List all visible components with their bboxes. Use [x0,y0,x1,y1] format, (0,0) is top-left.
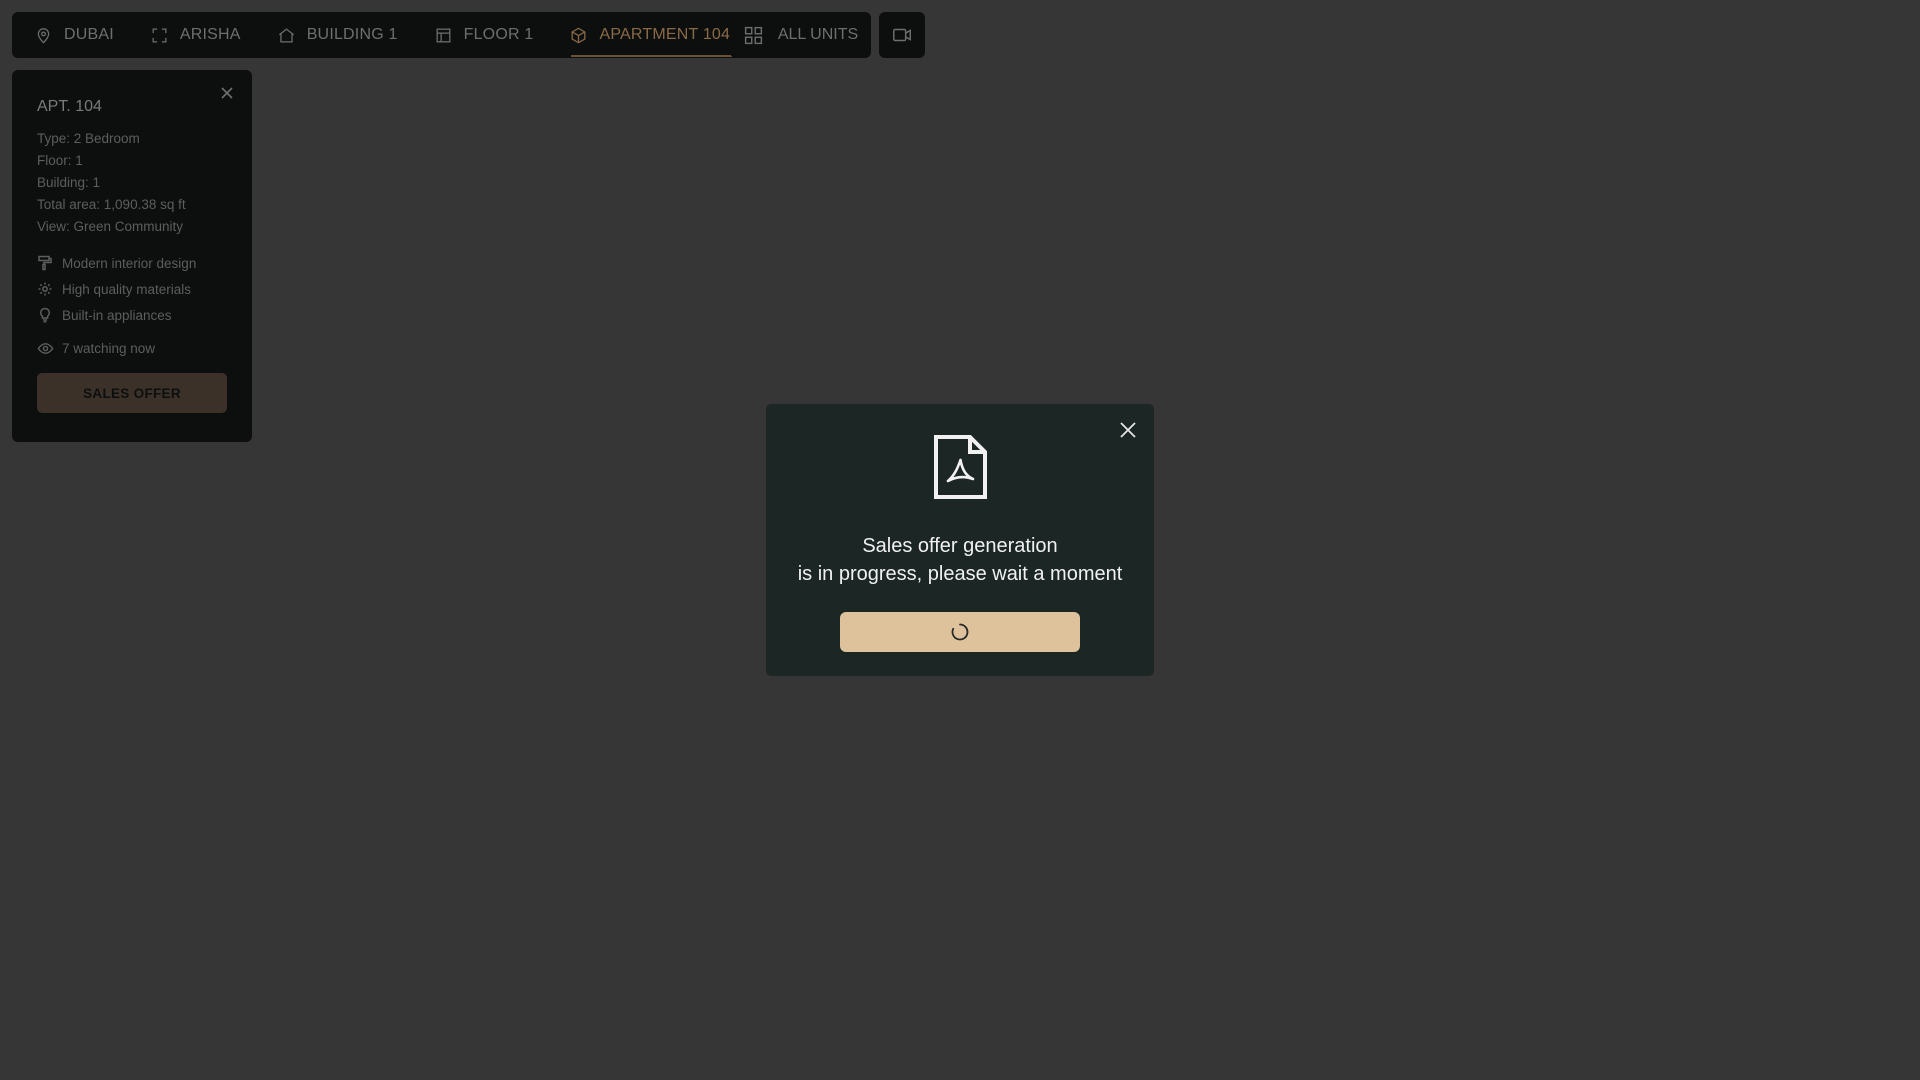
spinner-icon [951,623,969,641]
video-button[interactable] [879,12,925,58]
breadcrumb: DUBAI ARISHA BUILDING 1 FLOOR 1 APARTMEN… [12,12,761,58]
feature-list: Modern interior design High quality mate… [37,250,227,328]
paint-roller-icon [38,255,52,271]
grid-icon [744,26,762,44]
unit-details-panel: APT. 104 Type: 2 Bedroom Floor: 1 Buildi… [12,70,252,442]
loading-button [840,612,1080,652]
feature-item: Modern interior design [37,250,227,276]
unit-spec-area: Total area: 1,090.38 sq ft [37,197,186,212]
home-icon [278,27,294,42]
all-units-label: ALL UNITS [777,26,859,43]
breadcrumb-label: BUILDING 1 [306,26,398,43]
sales-offer-button[interactable]: SALES OFFER [37,373,227,413]
panel-close-button[interactable] [218,84,236,102]
all-units-button[interactable]: ALL UNITS [730,12,871,58]
lightbulb-icon [40,307,50,323]
breadcrumb-label: DUBAI [64,26,114,43]
feature-item: Built-in appliances [37,302,227,328]
breadcrumb-item-building[interactable]: BUILDING 1 [263,12,420,58]
dialog-message-line1: Sales offer generation [862,535,1058,557]
gear-icon [38,282,52,296]
cube-icon [572,27,586,43]
sales-offer-progress-dialog: Sales offer generation is in progress, p… [766,404,1154,676]
watching-count: 7 watching now [37,340,227,357]
unit-spec-floor: Floor: 1 [37,153,83,168]
floor-plan-icon [436,28,451,42]
map-pin-icon [37,27,50,44]
expand-icon [152,28,167,42]
unit-spec-building: Building: 1 [37,175,101,190]
dialog-message: Sales offer generation is in progress, p… [766,532,1154,588]
feature-item: High quality materials [37,276,227,302]
breadcrumb-item-dubai[interactable]: DUBAI [20,12,136,58]
breadcrumb-label: ARISHA [179,26,241,43]
unit-title: APT. 104 [37,98,102,115]
eye-icon [37,343,54,354]
close-icon [221,87,233,99]
pdf-file-icon [934,435,987,499]
breadcrumb-item-apartment[interactable]: APARTMENT 104 [555,12,752,58]
dialog-message-line2: is in progress, please wait a moment [797,563,1123,585]
breadcrumb-label: FLOOR 1 [463,26,534,43]
breadcrumb-item-arisha[interactable]: ARISHA [136,12,263,58]
video-camera-icon [893,28,911,42]
unit-spec-view: View: Green Community [37,219,184,234]
breadcrumb-label: APARTMENT 104 [599,26,731,43]
close-icon [1120,422,1136,438]
breadcrumb-item-floor[interactable]: FLOOR 1 [420,12,556,58]
dialog-close-button[interactable] [1118,420,1138,440]
unit-spec-type: Type: 2 Bedroom [37,131,140,146]
